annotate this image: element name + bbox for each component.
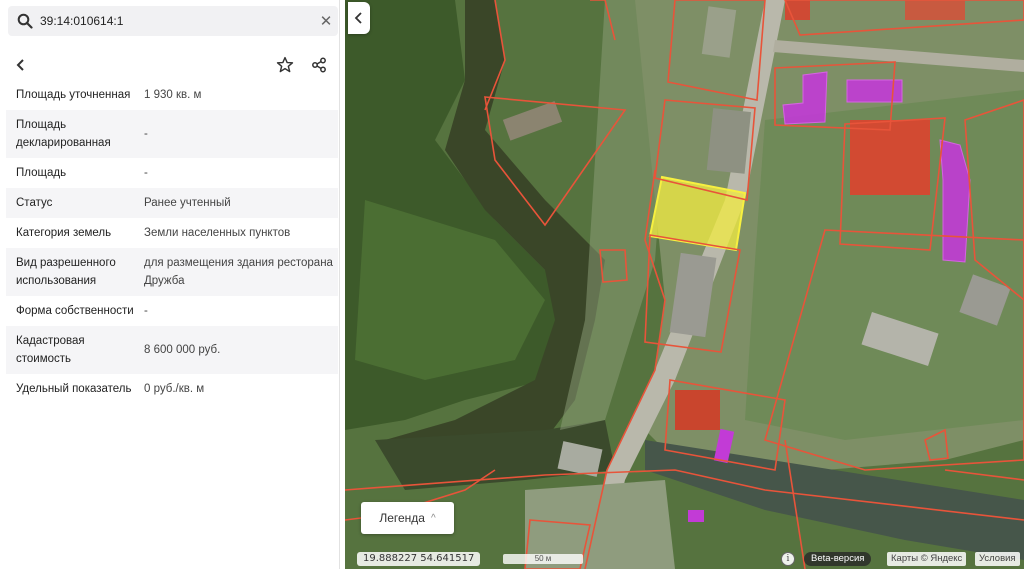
property-row: Удельный показатель 0 руб./кв. м	[6, 374, 338, 404]
info-icon[interactable]: i	[781, 552, 795, 566]
property-value: 0 руб./кв. м	[144, 383, 205, 395]
map-view[interactable]: Легенда ^ 19.888227 54.641517 50 м i Bet…	[345, 0, 1024, 569]
chevron-left-icon	[16, 59, 24, 71]
share-button[interactable]	[306, 50, 332, 80]
property-value: -	[144, 305, 148, 317]
search-bar[interactable]: 39:14:010614:1 ✕	[8, 6, 338, 36]
property-row: Форма собственности -	[6, 296, 338, 326]
property-key: Форма собственности	[16, 305, 134, 317]
search-icon[interactable]	[12, 6, 38, 36]
search-input[interactable]: 39:14:010614:1	[38, 14, 314, 28]
property-key: Категория земель	[16, 227, 112, 239]
property-row: Категория земель Земли населенных пунктов	[6, 218, 338, 248]
property-row: Площадь декларированная -	[6, 110, 338, 158]
legend-button[interactable]: Легенда ^	[361, 502, 454, 534]
property-key: Кадастровая стоимость	[16, 335, 85, 365]
property-value: -	[144, 128, 148, 140]
property-key: Площадь уточненная	[16, 89, 131, 101]
property-key: Площадь	[16, 167, 67, 179]
copyright-label: Карты © Яндекс	[887, 552, 967, 566]
property-key: Удельный показатель	[16, 383, 132, 395]
property-value: -	[144, 167, 148, 179]
property-key: Статус	[16, 197, 53, 209]
terms-link[interactable]: Условия	[975, 552, 1020, 566]
app-root: 39:14:010614:1 ✕ Площадь уточненная 1 930…	[0, 0, 1024, 569]
properties-list: Площадь уточненная 1 930 кв. м Площадь де…	[6, 80, 338, 404]
satellite-map[interactable]	[345, 0, 1024, 569]
property-row: Площадь -	[6, 158, 338, 188]
property-value: Земли населенных пунктов	[144, 227, 291, 239]
scale-bar: 50 м	[503, 554, 583, 564]
beta-badge[interactable]: Beta-версия	[804, 552, 872, 566]
chevron-left-icon	[354, 12, 362, 24]
star-icon	[276, 56, 294, 73]
property-value: 8 600 000 руб.	[144, 344, 221, 356]
property-value: Ранее учтенный	[144, 197, 231, 209]
property-row: Статус Ранее учтенный	[6, 188, 338, 218]
property-value: 1 930 кв. м	[144, 89, 202, 101]
info-panel: 39:14:010614:1 ✕ Площадь уточненная 1 930…	[0, 0, 340, 569]
back-button[interactable]	[6, 50, 36, 80]
property-row: Кадастровая стоимость 8 600 000 руб.	[6, 326, 338, 374]
chevron-up-icon: ^	[430, 512, 436, 524]
property-key: Вид разрешенного использования	[16, 257, 116, 287]
property-value: для размещения здания ресторана Дружба	[144, 257, 333, 287]
property-row: Вид разрешенного использования для размещ…	[6, 248, 338, 296]
panel-toolbar	[0, 48, 339, 82]
legend-label: Легенда	[379, 511, 425, 525]
property-key: Площадь декларированная	[16, 119, 111, 149]
coordinates-readout: 19.888227 54.641517	[357, 552, 481, 566]
close-icon[interactable]: ✕	[314, 6, 338, 36]
share-icon	[312, 57, 326, 73]
collapse-panel-button[interactable]	[348, 2, 370, 34]
property-row: Площадь уточненная 1 930 кв. м	[6, 80, 338, 110]
favorite-button[interactable]	[272, 50, 298, 80]
